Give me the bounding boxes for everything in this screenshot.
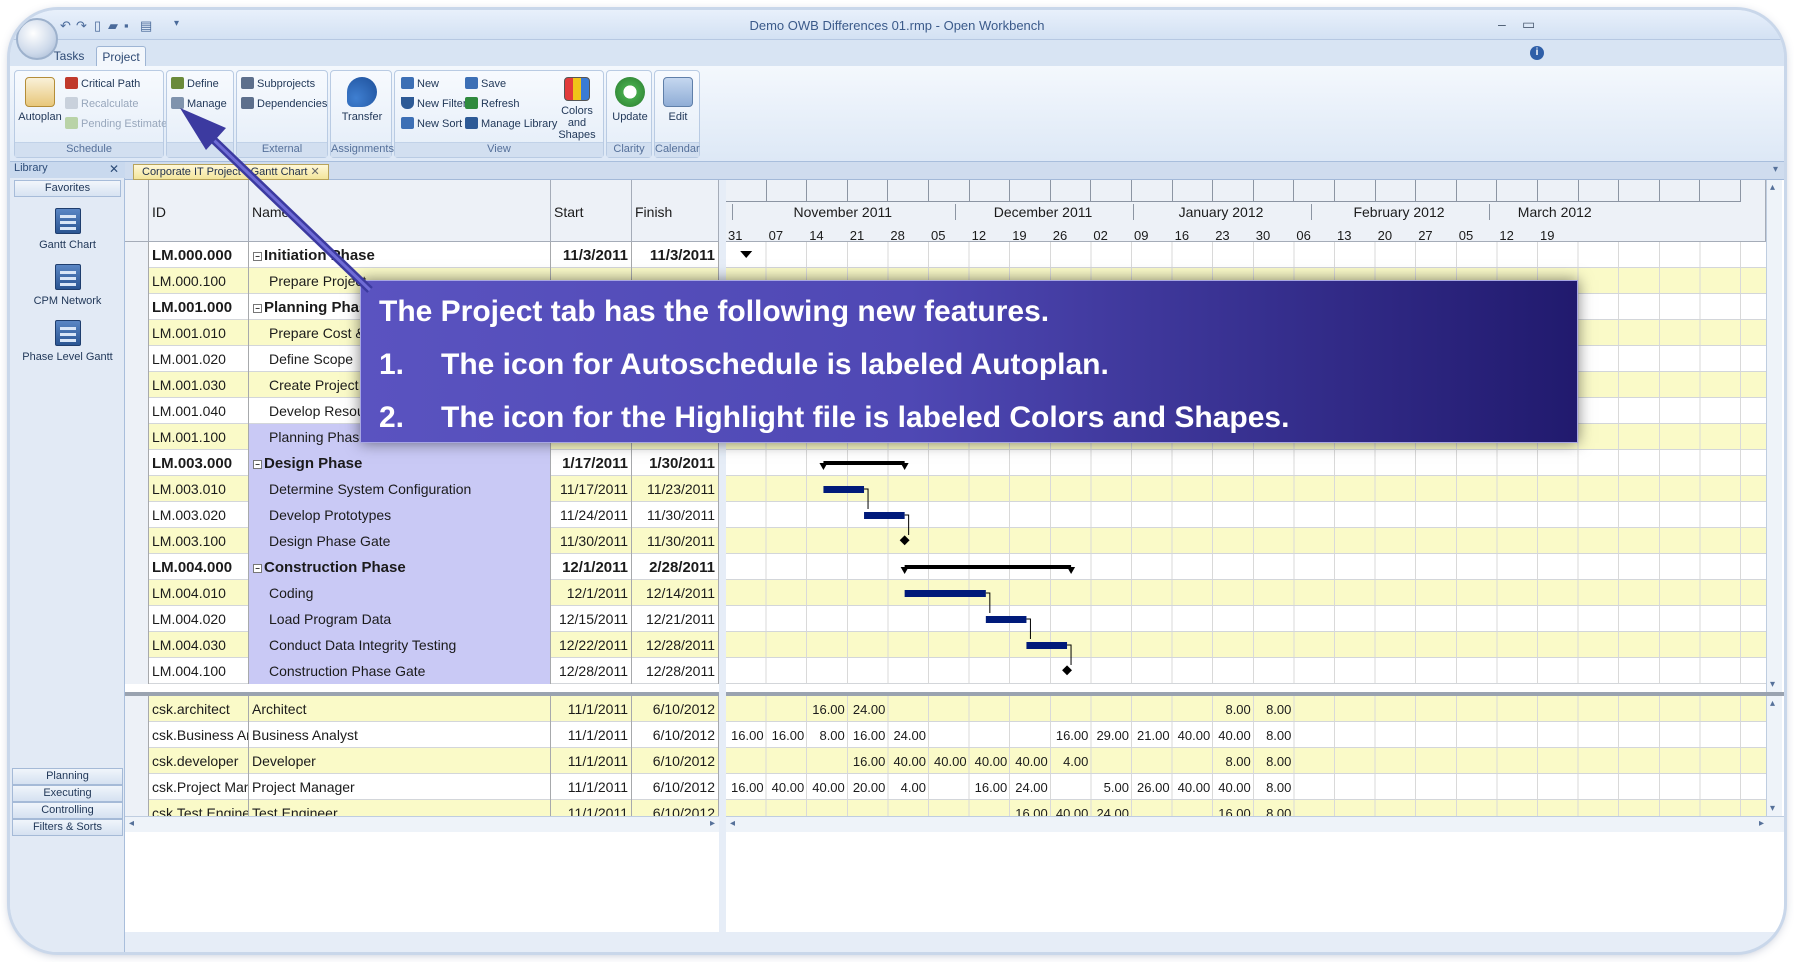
callout-pointer-arrow	[180, 108, 373, 293]
arrow-shaft-highlight	[194, 121, 372, 292]
application-menu-orb[interactable]	[16, 18, 58, 60]
